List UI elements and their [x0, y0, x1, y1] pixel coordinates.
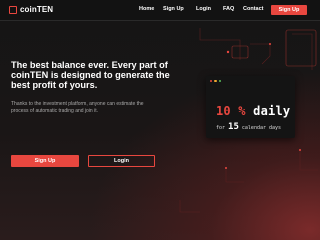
- yellow-dot-icon: [214, 80, 217, 83]
- navbar: coinTEN Home Sign Up Login FAQ Contact S…: [0, 0, 320, 21]
- login-button[interactable]: Login: [88, 155, 155, 167]
- sign-up-button[interactable]: Sign Up: [11, 155, 79, 167]
- nav-link-contact[interactable]: Contact: [243, 6, 263, 12]
- rate-suffix: daily: [253, 104, 291, 118]
- period-prefix: for: [216, 125, 226, 131]
- rate-number: 10: [216, 104, 231, 118]
- nav-link-faq[interactable]: FAQ: [223, 6, 234, 12]
- period-text: for 15 calendar days: [216, 122, 281, 132]
- nav-link-sign-up[interactable]: Sign Up: [163, 6, 184, 12]
- green-dot-icon: [218, 80, 222, 83]
- nav-link-login[interactable]: Login: [196, 6, 211, 12]
- period-suffix: calendar days: [241, 125, 282, 131]
- percent-symbol: %: [238, 104, 246, 118]
- period-number: 15: [228, 122, 239, 132]
- hero-subtext: Thanks to the investment platform, anyon…: [11, 101, 144, 114]
- window-dots: [210, 80, 222, 83]
- nav-sign-up-button[interactable]: Sign Up: [271, 5, 307, 15]
- daily-rate: 10 % daily: [216, 104, 290, 118]
- red-dot-icon: [210, 80, 213, 83]
- rate-card: 10 % daily for 15 calendar days: [206, 76, 295, 138]
- nav-link-home[interactable]: Home: [139, 6, 154, 12]
- hero-headline: The best balance ever. Every part of coi…: [11, 60, 170, 90]
